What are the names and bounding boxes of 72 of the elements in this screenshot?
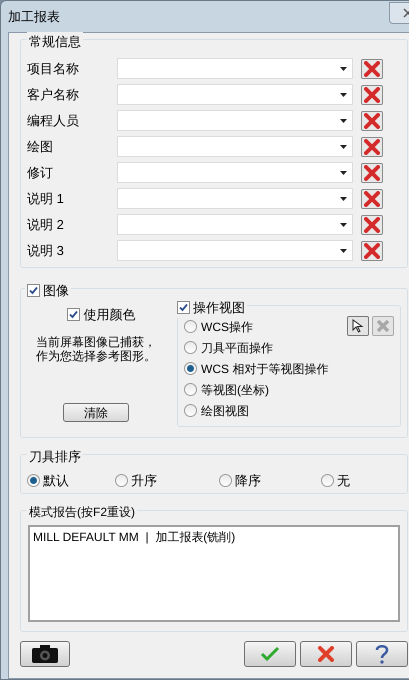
close-icon [317,646,335,662]
radio-label: WCS 相对于等视图操作 [201,360,328,378]
field-label: 编程人员 [27,112,80,130]
field-label: 说明 1 [27,190,65,208]
radio-button[interactable] [184,404,197,417]
radio-label: 无 [337,472,350,490]
cursor-icon [352,319,364,333]
close-icon [376,319,390,333]
close-icon [364,86,380,102]
radio-label: 降序 [235,472,261,490]
help-icon [375,644,389,664]
checkbox[interactable] [177,301,190,314]
field-label: 说明 2 [27,216,65,234]
field-label: 修订 [27,164,54,182]
field-label: 项目名称 [27,60,80,78]
checkmark-icon [260,646,280,662]
select-button[interactable] [347,316,369,336]
radio-button[interactable] [27,474,40,488]
camera-icon [31,644,59,664]
dropdown-arrow-icon [340,248,347,252]
checkbox[interactable] [66,308,80,322]
group-title: 模式报告(按F2重设) [27,503,137,521]
radio-label: 等视图(坐标) [201,382,269,398]
field-label: 绘图 [27,138,54,156]
delete-button[interactable] [361,84,383,104]
radio-label: 默认 [43,472,69,490]
close-icon [364,190,380,206]
close-icon [364,216,380,232]
dropdown-arrow-icon [340,92,347,96]
dropdown-arrow-icon [340,170,347,174]
dropdown-arrow-icon [340,196,347,200]
help-button[interactable] [356,641,408,667]
delete-button[interactable] [361,188,383,208]
radio-button[interactable] [184,320,197,333]
close-icon [364,164,380,180]
radio-button[interactable] [219,474,232,488]
delete-button[interactable] [361,136,383,156]
capture-button[interactable] [20,641,70,667]
ok-button[interactable] [244,641,296,667]
radio-button[interactable] [184,383,197,396]
close-icon [364,112,380,128]
dropdown-arrow-icon [340,222,347,226]
delete-button[interactable] [361,110,383,130]
checkbox-label: 使用颜色 [84,306,136,324]
radio-label: 升序 [131,472,157,490]
radio-label: 绘图视图 [201,402,249,420]
close-icon [364,60,380,76]
delete-button[interactable] [361,58,383,78]
report-text-area[interactable]: MILL DEFAULT MM | 加工报表(铣削) [28,525,400,622]
radio-label: WCS操作 [201,318,253,336]
radio-button[interactable] [115,474,128,488]
dropdown-arrow-icon [340,118,347,122]
window-title: 加工报表 [8,8,60,26]
checkbox-label: 图像 [43,282,69,300]
field-label: 说明 3 [27,242,65,260]
field-label: 客户名称 [27,86,80,104]
dropdown-arrow-icon [340,144,347,148]
close-icon [364,242,380,258]
delete-button[interactable] [361,240,383,260]
delete-button[interactable] [361,162,383,182]
radio-button[interactable] [184,362,197,375]
radio-button[interactable] [321,474,334,488]
checkbox-label: 操作视图 [193,299,245,317]
delete-button[interactable] [361,214,383,234]
cancel-button[interactable] [300,641,352,667]
radio-label: 刀具平面操作 [201,340,273,356]
capture-message: 当前屏幕图像已捕获， 作为您选择参考图形。 [36,334,156,362]
radio-button[interactable] [184,341,197,354]
checkbox[interactable] [27,284,40,298]
clear-button[interactable]: 清除 [63,402,129,422]
dropdown-arrow-icon [340,66,347,70]
close-icon [364,138,380,154]
